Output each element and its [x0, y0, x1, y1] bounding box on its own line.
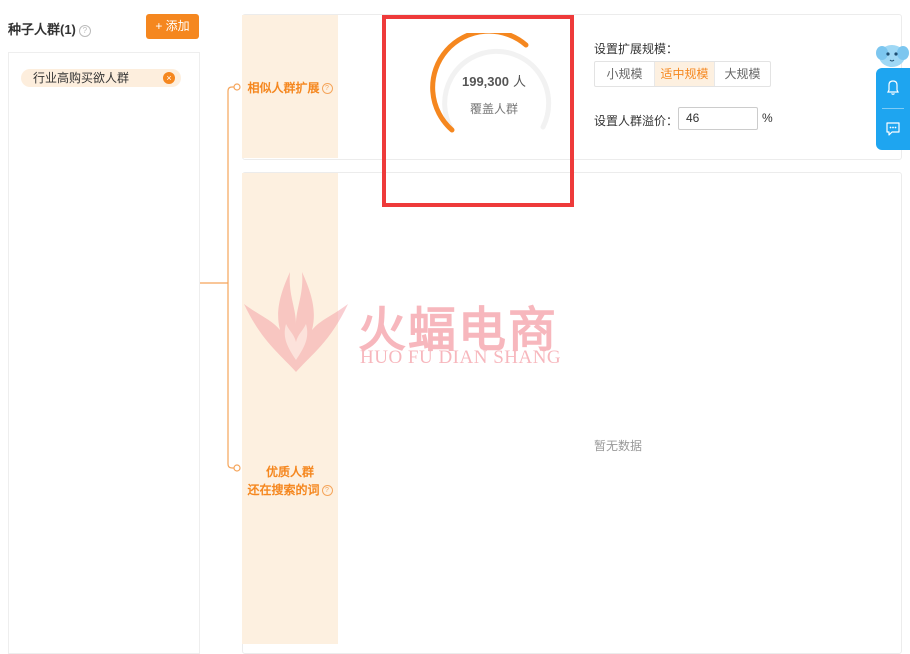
chat-button[interactable]	[876, 109, 910, 149]
notification-button[interactable]	[876, 68, 910, 108]
scale-option-large[interactable]: 大规模	[715, 62, 770, 86]
scale-option-small[interactable]: 小规模	[595, 62, 655, 86]
help-icon[interactable]: ?	[321, 485, 333, 497]
seed-tag-label: 行业高购买欲人群	[33, 71, 130, 85]
seed-tag[interactable]: 行业高购买欲人群 ×	[21, 69, 181, 87]
similar-crowd-title: 相似人群扩展?	[242, 79, 338, 97]
quality-crowd-title: 优质人群 还在搜索的词?	[242, 463, 338, 499]
scale-option-medium[interactable]: 适中规模	[655, 62, 715, 86]
similar-crowd-stripe: 相似人群扩展?	[242, 15, 338, 158]
similar-crowd-label: 相似人群扩展	[247, 81, 320, 95]
bell-icon	[887, 80, 899, 95]
quality-crowd-label-2: 还在搜索的词	[247, 483, 320, 497]
quality-crowd-card	[242, 172, 902, 654]
seed-title: 种子人群(1)?	[8, 19, 91, 38]
quality-crowd-stripe: 优质人群 还在搜索的词?	[242, 173, 338, 644]
seed-title-text: 种子人群(1)	[8, 22, 76, 37]
scale-selector: 小规模 适中规模 大规模	[594, 61, 771, 87]
mascot-icon[interactable]	[874, 40, 910, 70]
premium-input[interactable]	[678, 107, 758, 130]
watermark-text-en: HUO FU DIAN SHANG	[360, 347, 562, 368]
help-icon[interactable]: ?	[78, 24, 91, 37]
highlight-box	[382, 15, 574, 207]
tree-connector	[200, 83, 241, 472]
scale-label: 设置扩展规模：	[594, 42, 679, 56]
watermark-logo	[244, 272, 348, 372]
premium-unit: %	[762, 111, 773, 125]
empty-state-text: 暂无数据	[594, 439, 643, 453]
chat-icon	[886, 122, 900, 136]
add-seed-button[interactable]: + 添加	[146, 14, 199, 39]
floating-toolbar	[876, 68, 910, 150]
quality-crowd-label-1: 优质人群	[265, 465, 314, 479]
seed-list: 行业高购买欲人群 ×	[8, 52, 200, 654]
help-icon[interactable]: ?	[321, 83, 333, 95]
remove-tag-icon[interactable]: ×	[163, 72, 175, 84]
premium-label: 设置人群溢价：	[594, 114, 679, 128]
